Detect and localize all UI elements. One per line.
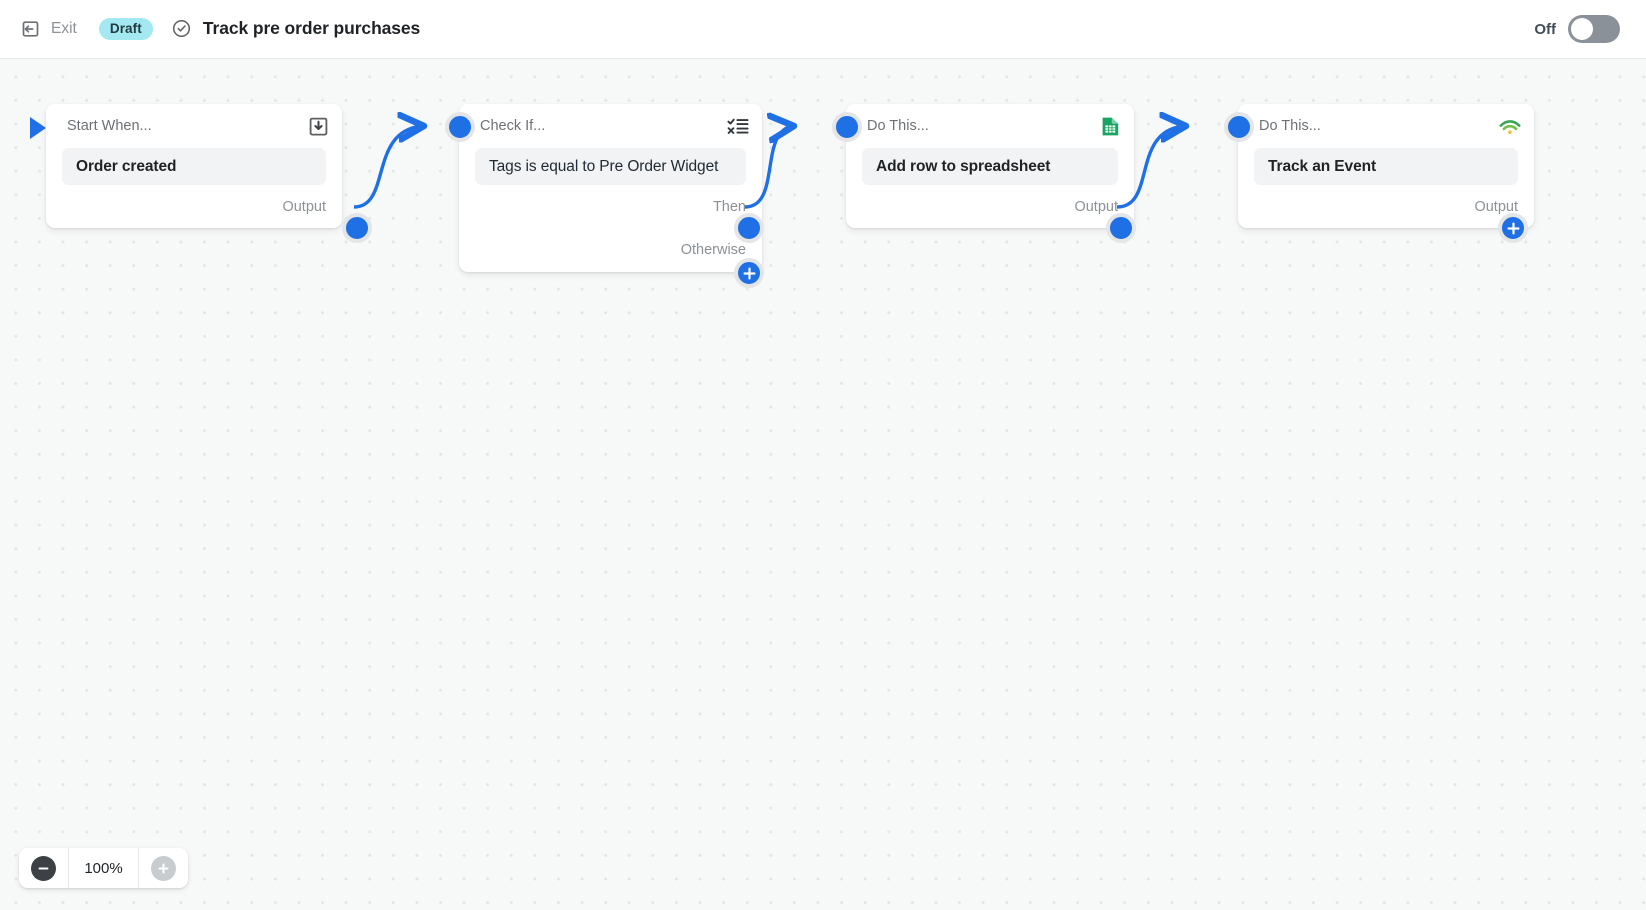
node-output-row: Output (846, 185, 1134, 228)
plus-icon (151, 855, 176, 881)
condition-rules-icon (727, 115, 749, 137)
node-header-label: Do This... (867, 118, 929, 134)
check-circle-icon (172, 19, 191, 38)
port-output-trigger[interactable] (342, 213, 372, 243)
zoom-controls: 100% (19, 848, 188, 888)
port-label-then: Then (712, 198, 746, 215)
google-sheets-icon (1099, 115, 1121, 137)
zoom-level-display[interactable]: 100% (68, 848, 139, 888)
port-output-add-row[interactable] (1106, 213, 1136, 243)
plus-icon (1507, 222, 1519, 234)
start-play-marker (30, 117, 46, 139)
minus-icon (31, 855, 56, 881)
node-header: Check If... (459, 104, 762, 148)
status-badge: Draft (98, 17, 153, 41)
node-card-track-event[interactable]: Do This... Track an Event Output (1238, 104, 1534, 228)
exit-label: Exit (51, 19, 77, 37)
inbox-download-icon (307, 115, 329, 137)
nodes-layer: Start When... Order created Output Check… (0, 59, 1646, 910)
port-label-output: Output (282, 198, 326, 215)
node-content-row[interactable]: Track an Event (1254, 148, 1518, 185)
exit-arrow-icon (21, 19, 41, 39)
header-right-group: Off (1534, 15, 1646, 43)
port-input-add-row[interactable] (832, 112, 862, 142)
node-content-label: Track an Event (1268, 157, 1377, 175)
node-header-label: Do This... (1259, 118, 1321, 134)
zoom-in-button[interactable] (139, 848, 188, 888)
node-then-row: Then (459, 185, 762, 228)
node-output-row: Output (1238, 185, 1534, 228)
page-title: Track pre order purchases (202, 18, 421, 39)
port-label-output: Output (1074, 198, 1118, 215)
header-left-group: Exit Draft Track pre order purchases (0, 17, 421, 41)
signal-wifi-icon (1499, 115, 1521, 137)
node-header-label: Check If... (480, 118, 546, 134)
port-input-condition[interactable] (445, 112, 475, 142)
node-card-trigger[interactable]: Start When... Order created Output (28, 104, 342, 228)
node-otherwise-row: Otherwise (459, 228, 762, 272)
toggle-knob (1571, 18, 1593, 40)
node-content-label: Tags is equal to Pre Order Widget (489, 157, 719, 175)
zoom-out-button[interactable] (19, 848, 68, 888)
node-content-label: Add row to spreadsheet (876, 157, 1051, 175)
node-content-row[interactable]: Add row to spreadsheet (862, 148, 1118, 185)
plus-icon (743, 267, 755, 279)
node-header-label: Start When... (67, 118, 152, 134)
node-header: Do This... (1238, 104, 1534, 148)
node-card-condition[interactable]: Check If... Tags is equal to Pre Order W… (459, 104, 762, 272)
port-label-otherwise: Otherwise (680, 242, 746, 258)
node-content-row[interactable]: Order created (62, 148, 326, 185)
port-input-track-event[interactable] (1224, 112, 1254, 142)
app-header: Exit Draft Track pre order purchases Off (0, 0, 1646, 59)
node-header: Start When... (46, 104, 342, 148)
workflow-canvas[interactable]: Start When... Order created Output Check… (0, 59, 1646, 910)
workflow-toggle-label: Off (1534, 20, 1556, 38)
exit-button[interactable]: Exit (21, 19, 77, 39)
node-content-row[interactable]: Tags is equal to Pre Order Widget (475, 148, 746, 185)
port-output-add-button-track-event[interactable] (1498, 213, 1528, 243)
port-otherwise-add-button[interactable] (734, 258, 764, 288)
node-content-label: Order created (76, 157, 177, 175)
node-card-add-row[interactable]: Do This... Add row to spreadsheet Output (846, 104, 1134, 228)
port-then-condition[interactable] (734, 213, 764, 243)
node-header: Do This... (846, 104, 1134, 148)
node-output-row: Output (46, 185, 342, 228)
workflow-enable-toggle[interactable] (1568, 15, 1620, 43)
